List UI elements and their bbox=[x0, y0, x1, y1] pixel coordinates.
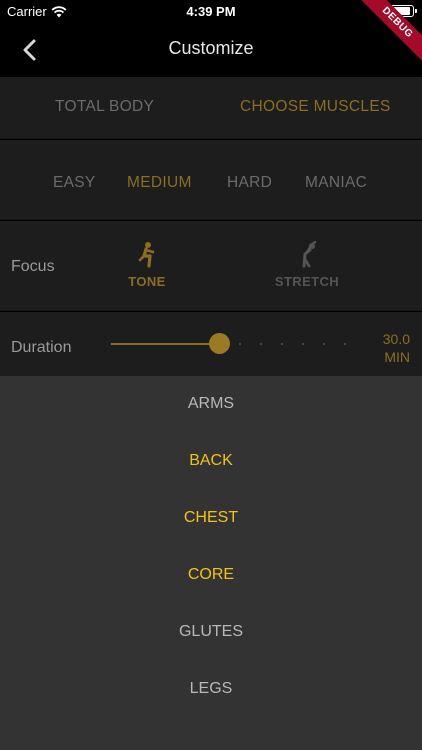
page-title: Customize bbox=[168, 38, 254, 58]
focus-tone-option[interactable]: TONE bbox=[102, 241, 192, 289]
muscle-list: ARMS BACK CHEST CORE GLUTES LEGS bbox=[0, 376, 422, 750]
muscle-item-core[interactable]: CORE bbox=[0, 566, 422, 584]
tab-total-body[interactable]: TOTAL BODY bbox=[55, 98, 154, 116]
difficulty-medium[interactable]: MEDIUM bbox=[127, 174, 192, 192]
status-time: 4:39 PM bbox=[186, 4, 236, 19]
focus-row: Focus TONE STRETCH bbox=[0, 221, 422, 311]
muscle-item-chest[interactable]: CHEST bbox=[0, 509, 422, 527]
tab-choose-muscles[interactable]: CHOOSE MUSCLES bbox=[240, 98, 391, 116]
muscle-item-arms[interactable]: ARMS bbox=[0, 395, 422, 413]
focus-label: Focus bbox=[11, 258, 55, 275]
duration-value-number: 30.0 bbox=[382, 331, 410, 347]
slider-thumb[interactable] bbox=[209, 333, 230, 354]
muscle-item-legs[interactable]: LEGS bbox=[0, 680, 422, 698]
muscle-item-back[interactable]: BACK bbox=[0, 452, 422, 470]
difficulty-easy[interactable]: EASY bbox=[53, 174, 96, 192]
slider-track-fill bbox=[111, 343, 219, 345]
slider-tick bbox=[281, 343, 283, 345]
slider-tick bbox=[260, 343, 262, 345]
duration-slider[interactable] bbox=[111, 333, 351, 354]
difficulty-maniac[interactable]: MANIAC bbox=[305, 174, 367, 192]
squat-figure-icon bbox=[138, 242, 155, 268]
difficulty-selector: EASY MEDIUM HARD MANIAC bbox=[0, 140, 422, 220]
duration-value: 30.0 MIN bbox=[383, 330, 410, 366]
slider-tick bbox=[323, 343, 325, 345]
focus-stretch-option[interactable]: STRETCH bbox=[262, 241, 352, 289]
slider-tick bbox=[239, 343, 241, 345]
mode-selector: TOTAL BODY CHOOSE MUSCLES bbox=[0, 77, 422, 139]
navigation-bar: Customize bbox=[0, 22, 422, 77]
muscle-item-glutes[interactable]: GLUTES bbox=[0, 623, 422, 641]
slider-tick bbox=[344, 343, 346, 345]
slider-tick bbox=[302, 343, 304, 345]
duration-label: Duration bbox=[11, 339, 72, 356]
stretch-figure-icon bbox=[302, 241, 317, 268]
duration-value-unit: MIN bbox=[384, 349, 410, 365]
status-bar: Carrier 4:39 PM bbox=[0, 0, 422, 22]
duration-row: Duration 30.0 MIN bbox=[0, 312, 422, 376]
focus-stretch-label: STRETCH bbox=[274, 274, 340, 289]
focus-tone-label: TONE bbox=[128, 274, 166, 289]
difficulty-hard[interactable]: HARD bbox=[227, 174, 272, 192]
